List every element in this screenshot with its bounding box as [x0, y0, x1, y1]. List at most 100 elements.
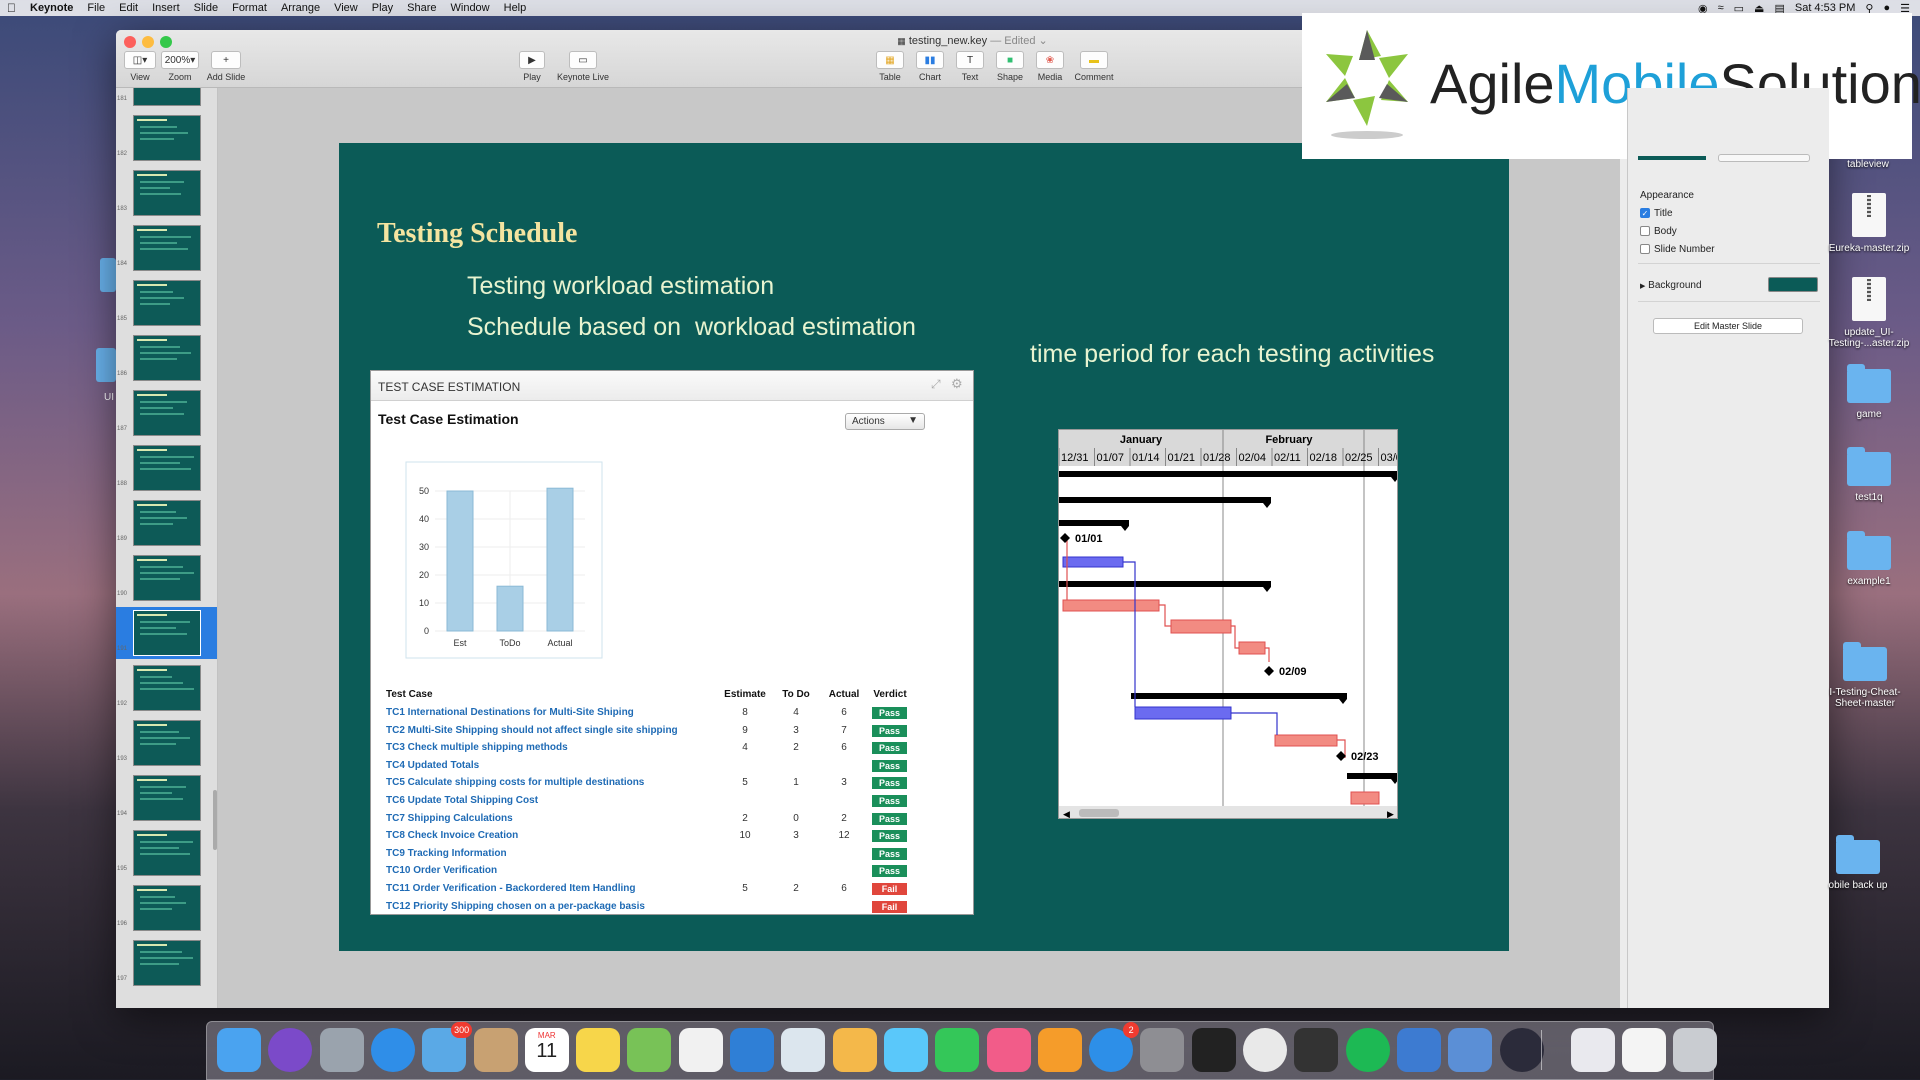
preview-icon[interactable]	[781, 1028, 826, 1072]
view-button[interactable]: ◫▾ View	[124, 51, 156, 82]
desktop-folder-testing-cheat-sheet[interactable]: I-Testing-Cheat-Sheet-master	[1805, 642, 1920, 709]
desktop-item-tableview[interactable]: tableview	[1808, 159, 1920, 170]
scroll-left-arrow-icon[interactable]: ◀	[1063, 809, 1070, 819]
document-name[interactable]: testing_new.key	[909, 35, 987, 47]
cell-name[interactable]: TC2 Multi-Site Shipping should not affec…	[386, 725, 678, 736]
slide-thumbnail[interactable]	[133, 665, 201, 711]
menu-slide[interactable]: Slide	[187, 2, 225, 14]
slide-bullet-2[interactable]: Schedule based on workload estimation	[467, 313, 916, 342]
shape-button[interactable]: ■ Shape	[994, 51, 1026, 82]
documents-icon[interactable]	[1622, 1028, 1667, 1072]
slide-thumbnail[interactable]	[133, 280, 201, 326]
cell-name[interactable]: TC9 Tracking Information	[386, 848, 507, 859]
downloads-folder-icon[interactable]	[1570, 1028, 1615, 1072]
edit-master-slide-button[interactable]: Edit Master Slide	[1653, 318, 1803, 334]
add-slide-button[interactable]: + Add Slide	[205, 51, 247, 82]
cell-name[interactable]: TC6 Update Total Shipping Cost	[386, 795, 538, 806]
inspector-tab-active[interactable]	[1638, 156, 1706, 160]
slide-title[interactable]: Testing Schedule	[377, 218, 577, 250]
desktop-folder-partial[interactable]	[96, 348, 116, 382]
cell-name[interactable]: TC7 Shipping Calculations	[386, 813, 513, 824]
system-preferences-icon[interactable]	[1140, 1028, 1185, 1072]
contacts-icon[interactable]	[473, 1028, 518, 1072]
activity-monitor-icon[interactable]	[1294, 1028, 1339, 1072]
canvas-scrollbar[interactable]	[213, 790, 217, 850]
chart-button[interactable]: ▮▮ Chart	[914, 51, 946, 82]
cell-name[interactable]: TC4 Updated Totals	[386, 760, 479, 771]
slide-thumbnail[interactable]	[133, 555, 201, 601]
desktop-item-update-ui-zip[interactable]: update_UI-Testing-...aster.zip	[1809, 277, 1920, 349]
table-button[interactable]: ▦ Table	[874, 51, 906, 82]
reminders-icon[interactable]	[678, 1028, 723, 1072]
keynote-live-button[interactable]: ▭ Keynote Live	[553, 51, 613, 82]
text-button[interactable]: T Text	[954, 51, 986, 82]
android-studio-icon[interactable]	[627, 1028, 672, 1072]
calendar-icon[interactable]: MAR 11	[524, 1028, 569, 1072]
desktop-folder-mobile-backup[interactable]: obile back up	[1798, 835, 1918, 891]
gantt-chart-image[interactable]: January February 12/31 01/07 01/14 01/21 01/28…	[1058, 429, 1398, 819]
terminal-icon[interactable]	[1191, 1028, 1236, 1072]
slide-thumbnail[interactable]	[133, 335, 201, 381]
body-checkbox[interactable]: Body	[1640, 226, 1677, 237]
desktop-folder-test1q[interactable]: test1q	[1809, 447, 1920, 503]
menu-window[interactable]: Window	[444, 2, 497, 14]
slide-number-checkbox[interactable]: Slide Number	[1640, 244, 1715, 255]
slide-thumbnail[interactable]	[133, 88, 201, 106]
slide-thumbnail[interactable]	[133, 225, 201, 271]
ibooks-icon[interactable]	[1037, 1028, 1082, 1072]
trash-icon[interactable]	[1673, 1028, 1718, 1072]
slide-thumbnail[interactable]	[133, 500, 201, 546]
cell-name[interactable]: TC11 Order Verification - Backordered It…	[386, 883, 636, 894]
inspector-tab[interactable]	[1718, 154, 1810, 162]
desktop-folder-game[interactable]: game	[1809, 364, 1920, 420]
cell-name[interactable]: TC8 Check Invoice Creation	[386, 830, 518, 841]
slide-thumbnail[interactable]	[133, 720, 201, 766]
gantt-scroll-thumb[interactable]	[1079, 809, 1119, 817]
menu-format[interactable]: Format	[225, 2, 274, 14]
slide-thumbnail[interactable]	[133, 610, 201, 656]
menu-arrange[interactable]: Arrange	[274, 2, 327, 14]
spotify-icon[interactable]	[1345, 1028, 1390, 1072]
slide-side-text[interactable]: time period for each testing activities	[1030, 340, 1434, 369]
mail-icon[interactable]: 300	[422, 1022, 473, 1072]
wireshark-icon[interactable]	[1396, 1028, 1441, 1072]
slide-thumbnail[interactable]	[133, 830, 201, 876]
chrome-icon[interactable]	[1243, 1028, 1287, 1072]
slide-navigator[interactable]: 181 182 183 184 185 186 187 188 189 190 191 192 193 1…	[116, 88, 218, 1008]
test-case-estimation-image[interactable]: TEST CASE ESTIMATION ⤢ ⚙ Test Case Estim…	[370, 370, 974, 915]
play-button[interactable]: ▶ Play	[514, 51, 550, 82]
menu-keynote[interactable]: Keynote	[23, 2, 80, 14]
slide-thumbnail[interactable]	[133, 940, 201, 986]
media-button[interactable]: ❀ Media	[1034, 51, 1066, 82]
cell-name[interactable]: TC3 Check multiple shipping methods	[386, 742, 568, 753]
keynote-icon[interactable]	[1448, 1028, 1493, 1072]
menu-share[interactable]: Share	[400, 2, 443, 14]
background-disclosure[interactable]: ▶ Background	[1640, 280, 1702, 291]
menu-help[interactable]: Help	[497, 2, 534, 14]
slide-thumbnail[interactable]	[133, 115, 201, 161]
desktop-folder-partial[interactable]	[100, 258, 116, 292]
title-checkbox[interactable]: ✓ Title	[1640, 208, 1673, 219]
cell-name[interactable]: TC10 Order Verification	[386, 865, 497, 876]
siri-icon[interactable]	[268, 1028, 313, 1072]
notes-icon[interactable]	[576, 1028, 621, 1072]
menu-insert[interactable]: Insert	[145, 2, 187, 14]
cell-name[interactable]: TC1 International Destinations for Multi…	[386, 707, 634, 718]
desktop-item-eureka-zip[interactable]: Eureka-master.zip	[1809, 193, 1920, 254]
itunes-icon[interactable]	[986, 1028, 1031, 1072]
slide-thumbnail[interactable]	[133, 390, 201, 436]
slide-thumbnail[interactable]	[133, 775, 201, 821]
slide-bullet-1[interactable]: Testing workload estimation	[467, 272, 774, 301]
cell-name[interactable]: TC5 Calculate shipping costs for multipl…	[386, 777, 644, 788]
desktop-folder-example1[interactable]: example1	[1809, 531, 1920, 587]
slide-thumbnail[interactable]	[133, 170, 201, 216]
facetime-icon[interactable]	[935, 1028, 980, 1072]
slide-thumbnail[interactable]	[133, 445, 201, 491]
menu-play[interactable]: Play	[365, 2, 400, 14]
scroll-right-arrow-icon[interactable]: ▶	[1387, 809, 1394, 819]
safari-icon[interactable]	[370, 1028, 415, 1072]
launchpad-icon[interactable]	[319, 1028, 364, 1072]
photos-icon[interactable]	[832, 1028, 877, 1072]
messages-icon[interactable]	[883, 1028, 928, 1072]
zoom-menu[interactable]: 200% ▾ Zoom	[161, 51, 199, 82]
